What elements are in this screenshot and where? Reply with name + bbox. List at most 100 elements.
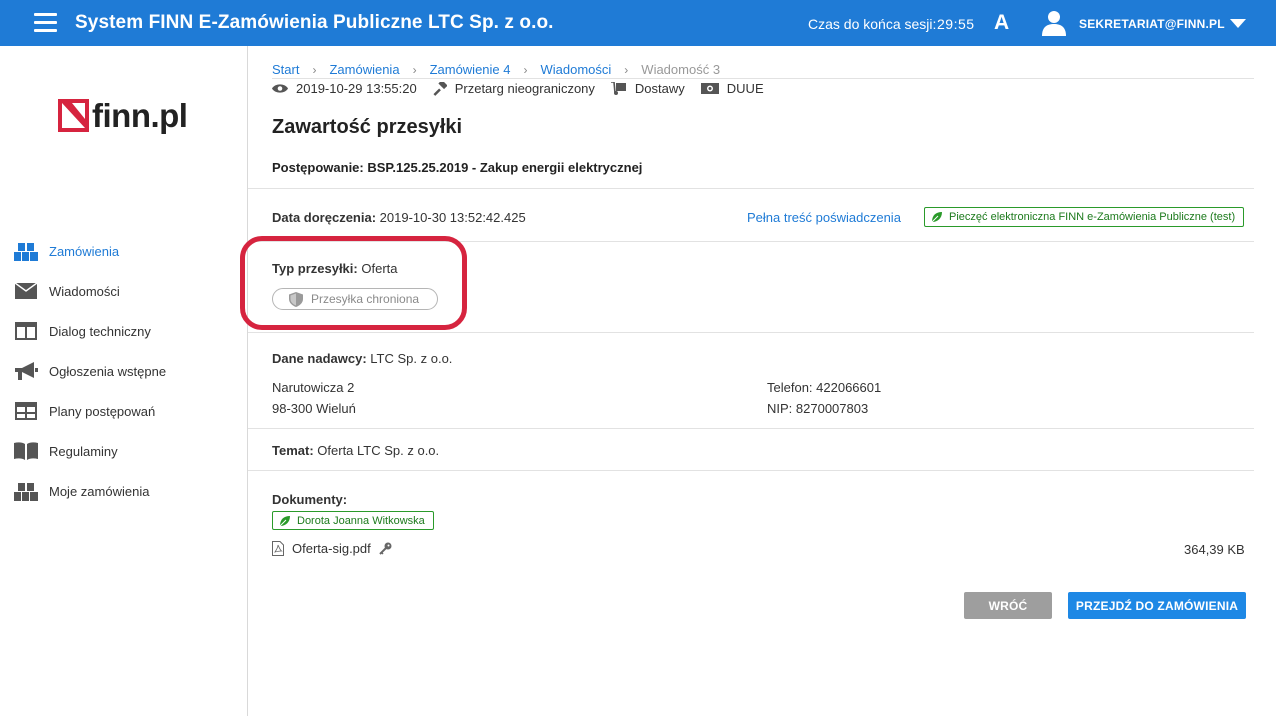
chevron-right-icon: › <box>312 62 317 77</box>
sidebar-nav: Zamówienia Wiadomości Dialog techniczny … <box>0 231 247 511</box>
chevron-right-icon: › <box>412 62 417 77</box>
meta-row: 2019-10-29 13:55:20 Przetarg nieogranicz… <box>272 81 780 96</box>
breadcrumb: Start › Zamówienia › Zamówienie 4 › Wiad… <box>272 62 1254 77</box>
meta-duue-value: DUUE <box>726 81 764 96</box>
dolly-icon <box>610 82 626 95</box>
chevron-right-icon: › <box>624 62 629 77</box>
protected-badge: Przesyłka chroniona <box>272 288 438 310</box>
delivery-value: 2019-10-30 13:52:42.425 <box>379 210 526 225</box>
user-menu[interactable]: SEKRETARIAT@FINN.PL <box>1079 17 1225 31</box>
logo: finn.pl <box>58 97 188 134</box>
divider <box>248 241 1254 242</box>
sidebar-item-zamowienia[interactable]: Zamówienia <box>0 231 247 271</box>
electronic-stamp-badge[interactable]: Pieczęć elektroniczna FINN e-Zamówienia … <box>924 207 1245 227</box>
breadcrumb-zamowienie[interactable]: Zamówienie 4 <box>430 62 511 77</box>
chevron-right-icon: › <box>523 62 528 77</box>
type-value: Oferta <box>361 261 398 276</box>
meta-duue: DUUE <box>700 81 764 96</box>
megaphone-icon <box>14 360 38 382</box>
procedure-title: Postępowanie: BSP.125.25.2019 - Zakup en… <box>272 160 643 175</box>
key-icon[interactable] <box>379 542 392 555</box>
page-title: Zawartość przesyłki <box>272 116 463 138</box>
file-link[interactable]: Oferta-sig.pdf <box>292 541 371 556</box>
logo-text: finn.pl <box>92 97 188 134</box>
breadcrumb-current: Wiadomość 3 <box>641 62 721 77</box>
sidebar-item-ogloszenia[interactable]: Ogłoszenia wstępne <box>0 351 247 391</box>
highlight-frame <box>240 236 467 330</box>
stamp-label: Pieczęć elektroniczna FINN e-Zamówienia … <box>949 211 1236 223</box>
subject-label: Temat: <box>272 443 314 458</box>
file-size: 364,39 KB <box>1184 542 1245 557</box>
sidebar-item-label: Dialog techniczny <box>49 323 151 339</box>
session-label: Czas do końca sesji: <box>808 16 937 32</box>
user-icon[interactable] <box>1042 10 1066 36</box>
chevron-down-icon[interactable] <box>1230 19 1246 28</box>
boxes-icon <box>14 480 38 502</box>
leaf-icon <box>931 212 942 223</box>
gavel-icon <box>433 81 447 96</box>
book-icon <box>14 440 38 462</box>
meta-type-value: Dostawy <box>634 81 685 96</box>
signature-badge[interactable]: Dorota Joanna Witkowska <box>272 511 434 530</box>
shield-icon <box>289 291 303 307</box>
file-row: Oferta-sig.pdf <box>272 541 392 556</box>
divider <box>248 332 1254 333</box>
shipment-type: Typ przesyłki: Oferta <box>272 261 397 276</box>
sidebar-item-moje-zamowienia[interactable]: Moje zamówienia <box>0 471 247 511</box>
sender-value: LTC Sp. z o.o. <box>370 351 453 366</box>
type-label: Typ przesyłki: <box>272 261 358 276</box>
subject-value: Oferta LTC Sp. z o.o. <box>317 443 440 458</box>
columns-icon <box>14 320 38 342</box>
protected-label: Przesyłka chroniona <box>311 292 420 306</box>
meta-mode: Przetarg nieograniczony <box>433 81 595 96</box>
meta-date: 2019-10-29 13:55:20 <box>272 81 417 96</box>
delivery-date: Data doręczenia: 2019-10-30 13:52:42.425 <box>272 210 526 225</box>
envelope-icon <box>14 280 38 302</box>
sidebar-item-dialog[interactable]: Dialog techniczny <box>0 311 247 351</box>
menu-icon[interactable] <box>34 13 57 33</box>
delivery-label: Data doręczenia: <box>272 210 377 225</box>
meta-mode-value: Przetarg nieograniczony <box>454 81 595 96</box>
sidebar-item-label: Ogłoszenia wstępne <box>49 363 167 379</box>
signer-name: Dorota Joanna Witkowska <box>297 514 425 527</box>
breadcrumb-start[interactable]: Start <box>272 62 299 77</box>
certificate-link[interactable]: Pełna treść poświadczenia <box>747 210 901 225</box>
divider <box>248 428 1254 429</box>
font-size-toggle[interactable]: A <box>994 11 1009 35</box>
sidebar-item-plany[interactable]: Plany postępowań <box>0 391 247 431</box>
sender: Dane nadawcy: LTC Sp. z o.o. <box>272 351 452 366</box>
finn-logo-mark <box>58 99 89 132</box>
sidebar-item-label: Moje zamówienia <box>49 483 150 499</box>
sidebar-item-label: Plany postępowań <box>49 403 156 419</box>
divider <box>272 78 1254 79</box>
sidebar-item-label: Zamówienia <box>49 243 120 259</box>
sender-address-line2: 98-300 Wieluń <box>272 401 356 416</box>
eye-icon <box>272 84 288 93</box>
table-icon <box>14 400 38 422</box>
boxes-icon <box>14 240 38 262</box>
sender-nip: NIP: 8270007803 <box>767 401 869 416</box>
breadcrumb-wiadomosci[interactable]: Wiadomości <box>541 62 612 77</box>
sidebar-item-regulaminy[interactable]: Regulaminy <box>0 431 247 471</box>
divider <box>248 470 1254 471</box>
meta-date-value: 2019-10-29 13:55:20 <box>296 81 417 96</box>
meta-type: Dostawy <box>610 81 685 96</box>
money-icon <box>700 83 719 94</box>
sender-phone: Telefon: 422066601 <box>767 380 882 395</box>
leaf-icon <box>279 515 290 526</box>
sender-label: Dane nadawcy: <box>272 351 367 366</box>
sender-address-line1: Narutowicza 2 <box>272 380 355 395</box>
back-button[interactable]: WRÓĆ <box>964 592 1052 619</box>
documents-label: Dokumenty: <box>272 492 348 507</box>
sidebar: finn.pl Zamówienia Wiadomości Dialog tec… <box>0 46 248 716</box>
sidebar-item-label: Wiadomości <box>49 283 120 299</box>
pdf-file-icon <box>272 541 284 556</box>
go-to-order-button[interactable]: PRZEJDŹ DO ZAMÓWIENIA <box>1068 592 1246 619</box>
top-bar: System FINN E-Zamówienia Publiczne LTC S… <box>0 0 1276 46</box>
sidebar-item-label: Regulaminy <box>49 443 118 459</box>
app-title: System FINN E-Zamówienia Publiczne LTC S… <box>75 12 554 33</box>
session-timer: 29:55 <box>937 16 975 32</box>
breadcrumb-zamowienia[interactable]: Zamówienia <box>329 62 399 77</box>
divider <box>248 188 1254 189</box>
sidebar-item-wiadomosci[interactable]: Wiadomości <box>0 271 247 311</box>
